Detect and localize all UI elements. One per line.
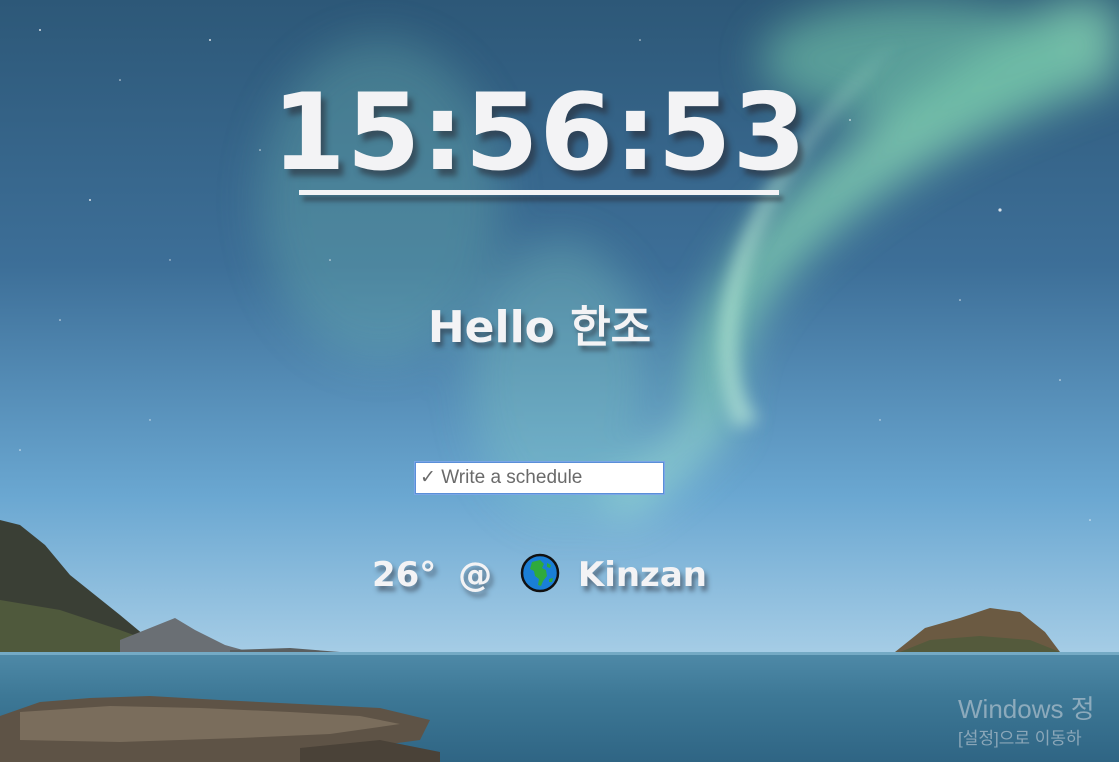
windows-activation-watermark: Windows 정 [설정]으로 이동하 xyxy=(958,692,1095,752)
greeting-text: Hello 한조 xyxy=(427,302,652,353)
schedule-input[interactable] xyxy=(414,461,665,495)
watermark-line-2: [설정]으로 이동하 xyxy=(958,729,1082,748)
clock-underline xyxy=(299,190,779,195)
globe-icon xyxy=(520,553,560,592)
temperature: 26° xyxy=(371,555,437,595)
watermark-line-1: Windows 정 xyxy=(958,694,1095,724)
location-name: Kinzan xyxy=(577,555,707,595)
clock-time: 15:56:53 xyxy=(271,71,808,194)
weather-line: 26° @ Kinzan xyxy=(0,550,1079,600)
separator: @ xyxy=(458,555,493,595)
